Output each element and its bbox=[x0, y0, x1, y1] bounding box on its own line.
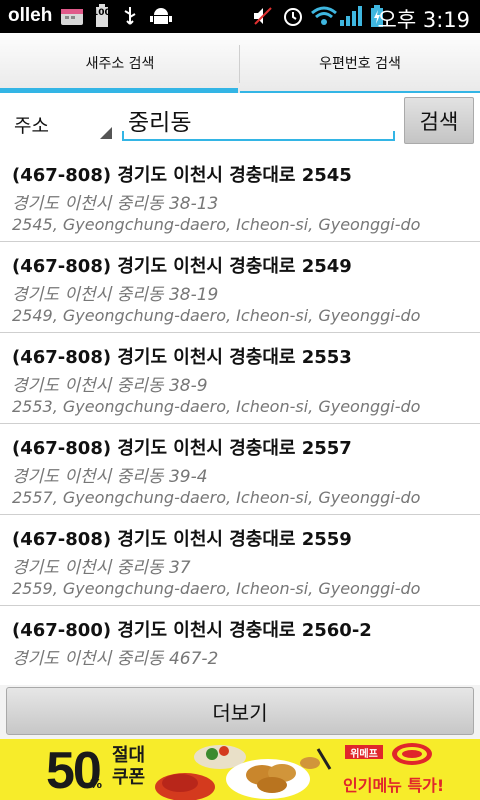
battery-level-icon: 100 bbox=[92, 4, 111, 28]
ad-brand-badge: 위메프 bbox=[345, 745, 383, 760]
search-type-value: 주소 bbox=[14, 115, 49, 137]
list-item[interactable]: (467-800) 경기도 이천시 경충대로 2560-2 경기도 이천시 중리… bbox=[0, 606, 480, 685]
tab-new-address-search[interactable]: 새주소 검색 bbox=[0, 33, 240, 93]
dropdown-triangle-icon bbox=[100, 127, 112, 139]
calendar-icon bbox=[61, 9, 83, 25]
lot-address: 경기도 이천시 중리동 37 bbox=[12, 558, 191, 578]
lot-address: 경기도 이천시 중리동 38-13 bbox=[12, 194, 219, 214]
english-address: 2557, Gyeongchung-daero, Icheon-si, Gyeo… bbox=[12, 488, 421, 507]
more-bar: 더보기 bbox=[0, 685, 480, 739]
results-list[interactable]: (467-808) 경기도 이천시 경충대로 2545 경기도 이천시 중리동 … bbox=[0, 151, 480, 685]
usb-icon bbox=[124, 7, 136, 25]
alarm-icon bbox=[284, 8, 302, 26]
tab-label: 우편번호 검색 bbox=[319, 56, 401, 72]
list-item[interactable]: (467-808) 경기도 이천시 경충대로 2559 경기도 이천시 중리동 … bbox=[0, 515, 480, 606]
english-address: 2553, Gyeongchung-daero, Icheon-si, Gyeo… bbox=[12, 397, 421, 416]
tab-bar: 새주소 검색 우편번호 검색 bbox=[0, 33, 480, 93]
english-address: 2549, Gyeongchung-daero, Icheon-si, Gyeo… bbox=[12, 306, 421, 325]
search-button[interactable]: 검색 bbox=[404, 97, 474, 144]
search-type-spinner[interactable]: 주소 bbox=[8, 103, 114, 141]
ad-percent-sign: % bbox=[90, 777, 103, 791]
road-address: (467-808) 경기도 이천시 경충대로 2557 bbox=[12, 438, 352, 459]
status-bar: olleh 100 오후 3:19 bbox=[0, 0, 480, 33]
list-item[interactable]: (467-808) 경기도 이천시 경충대로 2545 경기도 이천시 중리동 … bbox=[0, 151, 480, 242]
mute-icon bbox=[254, 7, 272, 25]
bbq-chicken-logo bbox=[392, 743, 432, 765]
list-item[interactable]: (467-808) 경기도 이천시 경충대로 2549 경기도 이천시 중리동 … bbox=[0, 242, 480, 333]
ad-menu-text: 인기메뉴 특가! bbox=[343, 776, 445, 795]
ad-banner[interactable]: 50 % 절대 쿠폰 위메프 인기메뉴 특가! bbox=[0, 739, 480, 800]
load-more-button[interactable]: 더보기 bbox=[6, 687, 474, 735]
fried-chicken-image bbox=[155, 745, 332, 800]
list-item[interactable]: (467-808) 경기도 이천시 경충대로 2553 경기도 이천시 중리동 … bbox=[0, 333, 480, 424]
clock: 오후 3:19 bbox=[377, 8, 470, 32]
tab-label: 새주소 검색 bbox=[85, 56, 155, 72]
lot-address: 경기도 이천시 중리동 39-4 bbox=[12, 467, 208, 487]
ad-coupon-text: 절대 쿠폰 bbox=[112, 745, 146, 788]
lot-address: 경기도 이천시 중리동 467-2 bbox=[12, 649, 219, 669]
android-debug-icon bbox=[150, 8, 172, 24]
wifi-icon bbox=[311, 6, 337, 25]
road-address: (467-808) 경기도 이천시 경충대로 2553 bbox=[12, 347, 352, 368]
english-address: 2559, Gyeongchung-daero, Icheon-si, Gyeo… bbox=[12, 579, 421, 598]
lot-address: 경기도 이천시 중리동 38-19 bbox=[12, 285, 219, 305]
input-underline-left bbox=[122, 131, 124, 141]
english-address: 2545, Gyeongchung-daero, Icheon-si, Gyeo… bbox=[12, 215, 421, 234]
search-row: 주소 검색 bbox=[0, 93, 480, 151]
road-address: (467-808) 경기도 이천시 경충대로 2559 bbox=[12, 529, 352, 550]
input-underline-right bbox=[393, 131, 395, 141]
lot-address: 경기도 이천시 중리동 38-9 bbox=[12, 376, 208, 396]
list-item[interactable]: (467-808) 경기도 이천시 경충대로 2557 경기도 이천시 중리동 … bbox=[0, 424, 480, 515]
search-input[interactable] bbox=[122, 101, 394, 141]
carrier-label: olleh bbox=[8, 5, 53, 26]
signal-icon bbox=[340, 6, 362, 26]
ad-discount-number: 50 bbox=[46, 742, 102, 800]
tab-zipcode-search[interactable]: 우편번호 검색 bbox=[240, 33, 480, 93]
road-address: (467-800) 경기도 이천시 경충대로 2560-2 bbox=[12, 620, 372, 641]
road-address: (467-808) 경기도 이천시 경충대로 2545 bbox=[12, 165, 352, 186]
road-address: (467-808) 경기도 이천시 경충대로 2549 bbox=[12, 256, 352, 277]
